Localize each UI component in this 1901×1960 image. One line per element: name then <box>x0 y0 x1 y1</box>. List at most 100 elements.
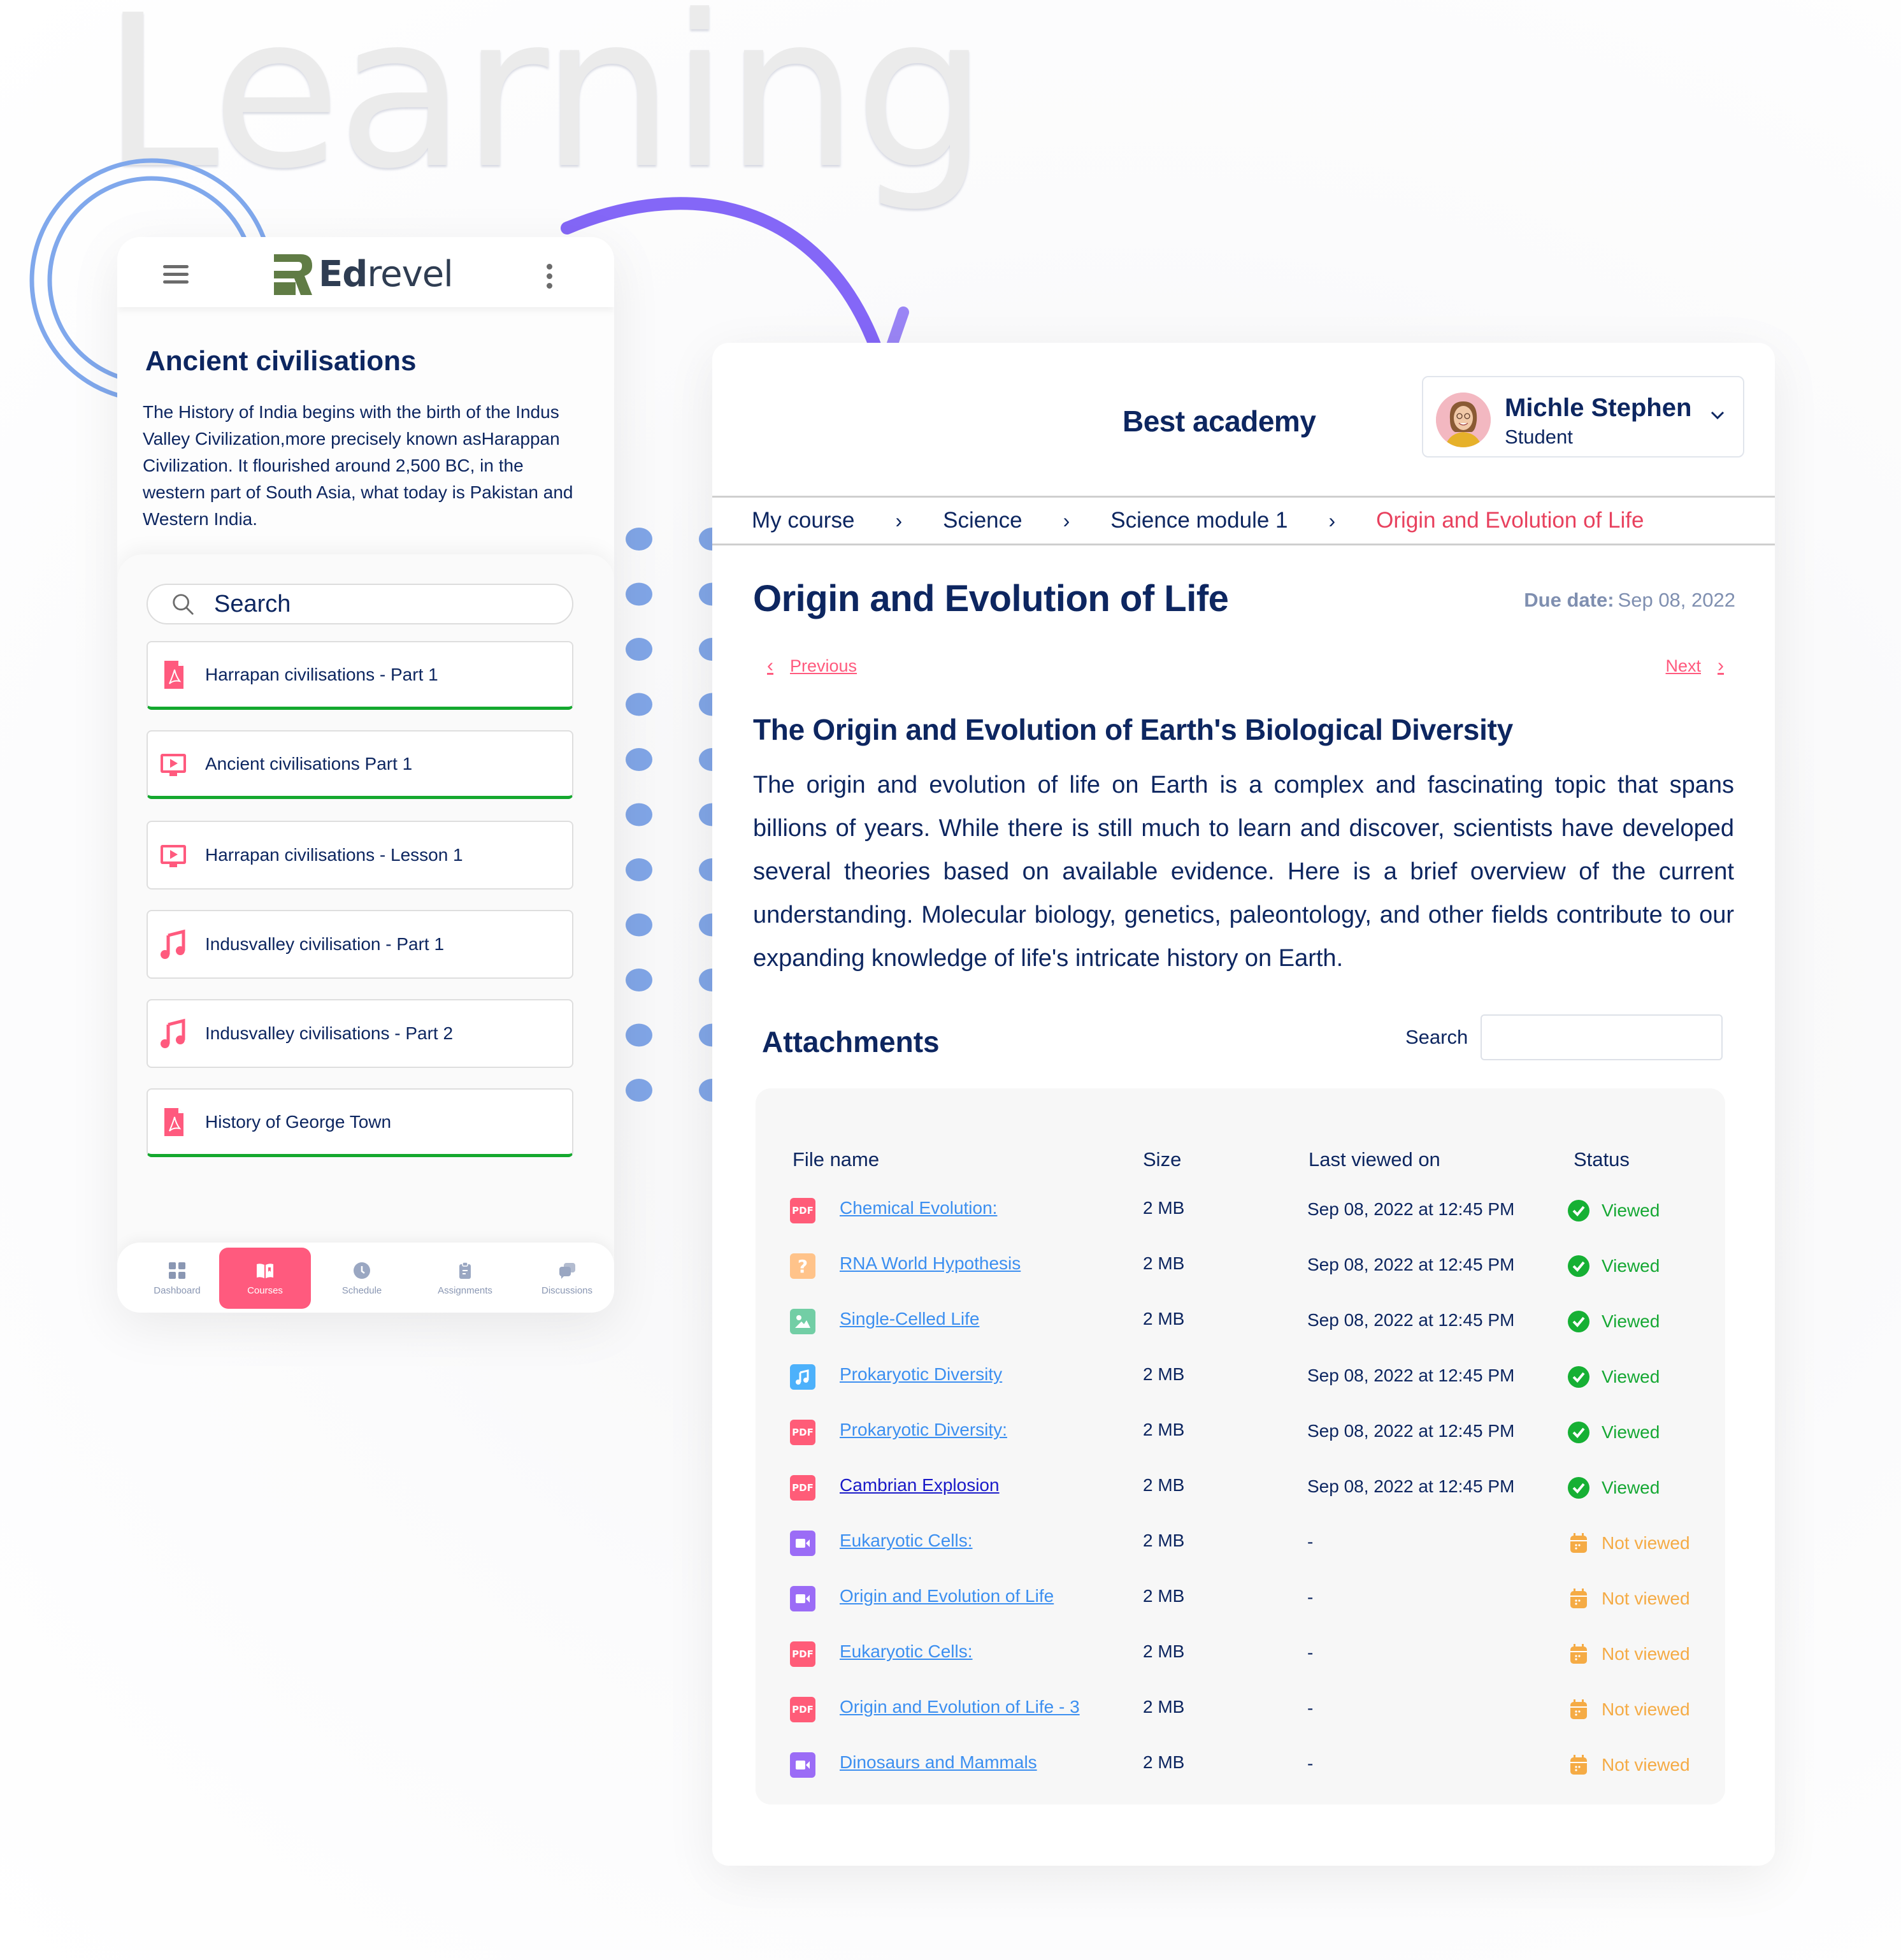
check-circle-icon <box>1568 1311 1589 1332</box>
search-input[interactable]: Search <box>147 584 573 624</box>
col-last-viewed: Last viewed on <box>1309 1148 1440 1171</box>
deco-dot <box>626 638 652 661</box>
file-link[interactable]: Origin and Evolution of Life <box>840 1586 1054 1606</box>
music-note-icon <box>161 1018 185 1048</box>
file-link[interactable]: Eukaryotic Cells: <box>840 1531 973 1551</box>
chevron-right-icon: › <box>1718 655 1724 676</box>
nav-assignments[interactable]: Assignments <box>419 1248 511 1309</box>
pdf-file-icon <box>164 1107 183 1136</box>
deco-dot <box>626 803 652 826</box>
file-link[interactable]: Origin and Evolution of Life - 3 <box>840 1697 1080 1717</box>
deco-dot <box>626 858 652 881</box>
desktop-lesson-panel: Best academy Michle Stephen Student My c… <box>712 343 1775 1866</box>
due-date: Due date: Sep 08, 2022 <box>1524 589 1735 611</box>
next-link[interactable]: Next › <box>1665 655 1724 677</box>
kebab-icon[interactable] <box>547 264 553 292</box>
lesson-item[interactable]: Indusvalley civilisation - Part 1 <box>147 910 573 979</box>
lesson-item[interactable]: Indusvalley civilisations - Part 2 <box>147 999 573 1068</box>
video-file-icon <box>790 1752 815 1778</box>
clock-icon <box>354 1262 370 1279</box>
file-link[interactable]: Prokaryotic Diversity <box>840 1364 1002 1385</box>
mobile-app-panel: Edrevel Ancient civilisations The Histor… <box>117 237 614 1313</box>
table-row: Single-Celled Life 2 MB Sep 08, 2022 at 12… <box>756 1304 1725 1342</box>
file-link[interactable]: Eukaryotic Cells: <box>840 1641 973 1662</box>
nav-label: Courses <box>247 1285 283 1296</box>
last-viewed: Sep 08, 2022 at 12:45 PM <box>1307 1421 1515 1441</box>
chevron-right-icon: › <box>895 508 903 532</box>
nav-discussions[interactable]: Discussions <box>521 1248 613 1309</box>
user-menu[interactable]: Michle Stephen Student <box>1422 376 1744 458</box>
music-note-icon <box>161 929 185 959</box>
file-size: 2 MB <box>1143 1253 1185 1273</box>
file-link[interactable]: RNA World Hypothesis <box>840 1253 1021 1274</box>
lesson-list-card: Search Harrapan civilisations - Part 1 An… <box>117 554 614 1255</box>
lesson-label: Indusvalley civilisations - Part 2 <box>205 1023 454 1043</box>
nav-courses[interactable]: Courses <box>219 1248 311 1309</box>
lesson-item[interactable]: Harrapan civilisations - Lesson 1 <box>147 821 573 890</box>
last-viewed: - <box>1307 1587 1314 1607</box>
hamburger-icon[interactable] <box>163 265 189 284</box>
status-badge: Viewed <box>1602 1422 1660 1442</box>
nav-label: Assignments <box>438 1285 492 1296</box>
breadcrumb-item[interactable]: My course <box>752 508 854 533</box>
last-viewed: Sep 08, 2022 at 12:45 PM <box>1307 1310 1515 1330</box>
breadcrumb-item[interactable]: Science <box>943 508 1022 533</box>
status-badge: Not viewed <box>1602 1589 1690 1608</box>
nav-schedule[interactable]: Schedule <box>316 1248 408 1309</box>
check-circle-icon <box>1568 1477 1589 1499</box>
file-link[interactable]: Dinosaurs and Mammals <box>840 1752 1037 1773</box>
book-icon <box>257 1263 273 1278</box>
chevron-down-icon[interactable] <box>1710 410 1725 421</box>
breadcrumb-item[interactable]: Origin and Evolution of Life <box>1376 508 1644 533</box>
pdf-file-icon: PDF <box>790 1198 815 1223</box>
attachments-title: Attachments <box>762 1025 940 1058</box>
calendar-icon <box>1570 1755 1587 1775</box>
table-row: Eukaryotic Cells: 2 MB - Not viewed <box>756 1525 1725 1564</box>
attachments-search-input[interactable] <box>1481 1014 1723 1060</box>
chevron-right-icon: › <box>1063 508 1070 532</box>
bottom-nav: Dashboard Courses Schedule Assignments Discu… <box>117 1243 614 1313</box>
col-size: Size <box>1143 1148 1182 1171</box>
last-viewed: Sep 08, 2022 at 12:45 PM <box>1307 1199 1515 1219</box>
table-row: PDF Prokaryotic Diversity: 2 MB Sep 08, 202… <box>756 1415 1725 1453</box>
lesson-item[interactable]: Ancient civilisations Part 1 <box>147 730 573 799</box>
nav-label: Schedule <box>341 1285 382 1296</box>
dashboard-icon <box>169 1262 185 1279</box>
table-row: PDF Cambrian Explosion 2 MB Sep 08, 2022 at… <box>756 1470 1725 1508</box>
nav-dashboard[interactable]: Dashboard <box>131 1248 223 1309</box>
user-role: Student <box>1505 426 1573 448</box>
deco-dot <box>626 1079 652 1102</box>
page-title: Origin and Evolution of Life <box>753 578 1229 619</box>
table-row: PDF Eukaryotic Cells: 2 MB - Not viewed <box>756 1636 1725 1675</box>
logo-mark-icon <box>274 254 312 295</box>
lesson-item[interactable]: History of George Town <box>147 1088 573 1157</box>
status-badge: Viewed <box>1602 1200 1660 1220</box>
status-badge: Not viewed <box>1602 1699 1690 1719</box>
previous-link[interactable]: ‹ Previous <box>767 655 857 677</box>
table-row: Origin and Evolution of Life 2 MB - Not vie… <box>756 1581 1725 1619</box>
video-lesson-icon <box>161 753 186 776</box>
table-row: ? RNA World Hypothesis 2 MB Sep 08, 2022 at… <box>756 1248 1725 1286</box>
breadcrumb: My course › Science › Science module 1 › Origi… <box>712 496 1775 545</box>
table-row: PDF Origin and Evolution of Life - 3 2 MB -… <box>756 1692 1725 1730</box>
course-description: The History of India begins with the bir… <box>143 402 573 529</box>
nav-label: Discussions <box>541 1285 593 1296</box>
pdf-file-icon <box>164 660 183 689</box>
file-link[interactable]: Cambrian Explosion <box>840 1475 1000 1495</box>
breadcrumb-item[interactable]: Science module 1 <box>1110 508 1288 533</box>
image-file-icon <box>790 1309 815 1334</box>
last-viewed: - <box>1307 1754 1314 1773</box>
academy-name: Best academy <box>1123 405 1316 438</box>
file-size: 2 MB <box>1143 1420 1185 1439</box>
file-link[interactable]: Chemical Evolution: <box>840 1198 997 1218</box>
pdf-file-icon: PDF <box>790 1420 815 1445</box>
last-viewed: - <box>1307 1698 1314 1718</box>
table-row: PDF Chemical Evolution: 2 MB Sep 08, 2022 a… <box>756 1193 1725 1231</box>
status-badge: Viewed <box>1602 1478 1660 1497</box>
file-link[interactable]: Single-Celled Life <box>840 1309 979 1329</box>
file-link[interactable]: Prokaryotic Diversity: <box>840 1420 1007 1440</box>
status-badge: Not viewed <box>1602 1644 1690 1664</box>
lesson-item[interactable]: Harrapan civilisations - Part 1 <box>147 641 573 710</box>
last-viewed: Sep 08, 2022 at 12:45 PM <box>1307 1476 1515 1496</box>
video-file-icon <box>790 1531 815 1556</box>
